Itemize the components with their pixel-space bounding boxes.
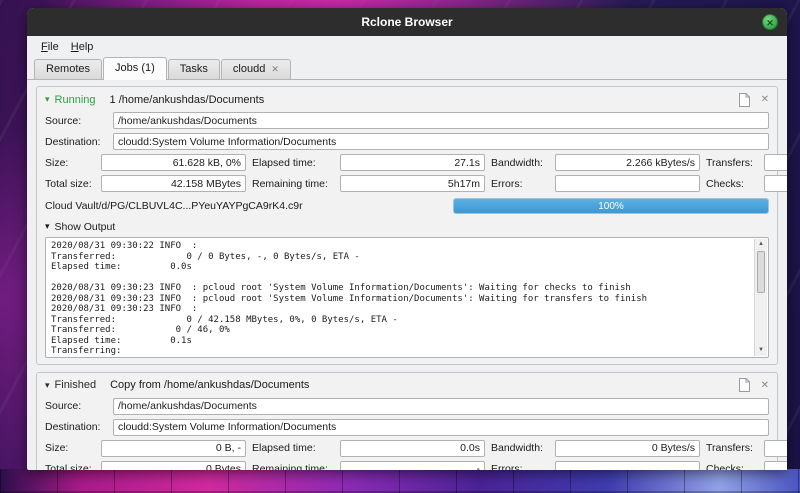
elapsed-label: Elapsed time: bbox=[252, 442, 334, 454]
job-running-title: 1 /home/ankushdas/Documents bbox=[110, 94, 265, 106]
transfers-label: Transfers: bbox=[706, 157, 758, 169]
remaining-field[interactable] bbox=[340, 175, 485, 192]
tab-tasks[interactable]: Tasks bbox=[168, 59, 220, 79]
tab-jobs[interactable]: Jobs (1) bbox=[103, 57, 167, 80]
checks-label: Checks: bbox=[706, 178, 758, 190]
source-field[interactable] bbox=[113, 398, 769, 415]
scrollbar-thumb[interactable] bbox=[757, 251, 765, 293]
show-output-label: Show Output bbox=[55, 221, 116, 233]
checks-field[interactable] bbox=[764, 461, 787, 471]
errors-label: Errors: bbox=[491, 178, 549, 190]
destination-label: Destination: bbox=[45, 421, 107, 433]
collapse-arrow-icon[interactable]: ▾ bbox=[45, 380, 50, 391]
bandwidth-field[interactable] bbox=[555, 440, 700, 457]
job-finished-header: ▾ Finished Copy from /home/ankushdas/Doc… bbox=[45, 377, 769, 394]
tabbar: Remotes Jobs (1) Tasks cloudd ✕ bbox=[27, 57, 787, 80]
log-text: 2020/08/31 09:30:22 INFO : Transferred: … bbox=[46, 238, 768, 357]
remaining-label: Remaining time: bbox=[252, 463, 334, 470]
menubar: File Help bbox=[27, 36, 787, 57]
menu-file[interactable]: File bbox=[35, 39, 65, 55]
transfers-field[interactable] bbox=[764, 154, 787, 171]
total-size-field[interactable] bbox=[101, 175, 246, 192]
tab-jobs-label: Jobs (1) bbox=[115, 62, 155, 74]
bandwidth-label: Bandwidth: bbox=[491, 442, 549, 454]
destination-label: Destination: bbox=[45, 136, 107, 148]
output-log: 2020/08/31 09:30:22 INFO : Transferred: … bbox=[45, 237, 769, 358]
bandwidth-field[interactable] bbox=[555, 154, 700, 171]
scroll-up-icon[interactable]: ▲ bbox=[755, 239, 767, 250]
collapse-arrow-icon[interactable]: ▾ bbox=[45, 94, 50, 105]
remaining-label: Remaining time: bbox=[252, 178, 334, 190]
total-size-field[interactable] bbox=[101, 461, 246, 471]
transfers-label: Transfers: bbox=[706, 442, 758, 454]
destination-field[interactable] bbox=[113, 419, 769, 436]
window-title: Rclone Browser bbox=[361, 15, 452, 29]
checks-field[interactable] bbox=[764, 175, 787, 192]
window-close-icon[interactable]: ✕ bbox=[762, 14, 778, 30]
collapse-arrow-icon[interactable]: ▾ bbox=[45, 221, 50, 232]
close-job-icon[interactable]: ✕ bbox=[761, 94, 769, 105]
job-state-running[interactable]: Running bbox=[55, 94, 96, 106]
progress-bar: 100% bbox=[453, 198, 769, 214]
jobs-panel: ▾ Running 1 /home/ankushdas/Documents ✕ … bbox=[27, 80, 787, 470]
remaining-field[interactable] bbox=[340, 461, 485, 471]
tab-cloudd[interactable]: cloudd ✕ bbox=[221, 59, 291, 79]
scroll-down-icon[interactable]: ▼ bbox=[755, 345, 767, 356]
source-label: Source: bbox=[45, 115, 107, 127]
desktop-floor bbox=[0, 469, 800, 493]
tab-remotes-label: Remotes bbox=[46, 63, 90, 75]
close-job-icon[interactable]: ✕ bbox=[761, 380, 769, 391]
job-finished-group: ▾ Finished Copy from /home/ankushdas/Doc… bbox=[36, 372, 778, 471]
page-icon[interactable] bbox=[738, 378, 751, 392]
file-progress-row: Cloud Vault/d/PG/CLBUVL4C...PYeuYAYPgCA9… bbox=[45, 197, 769, 214]
tab-remotes[interactable]: Remotes bbox=[34, 59, 102, 79]
job-running-group: ▾ Running 1 /home/ankushdas/Documents ✕ … bbox=[36, 86, 778, 365]
elapsed-field[interactable] bbox=[340, 154, 485, 171]
titlebar[interactable]: Rclone Browser ✕ bbox=[27, 8, 787, 36]
elapsed-label: Elapsed time: bbox=[252, 157, 334, 169]
checks-label: Checks: bbox=[706, 463, 758, 470]
job-running-header: ▾ Running 1 /home/ankushdas/Documents ✕ bbox=[45, 91, 769, 108]
size-label: Size: bbox=[45, 442, 95, 454]
errors-label: Errors: bbox=[491, 463, 549, 470]
total-size-label: Total size: bbox=[45, 463, 95, 470]
bandwidth-label: Bandwidth: bbox=[491, 157, 549, 169]
destination-field[interactable] bbox=[113, 133, 769, 150]
tab-tasks-label: Tasks bbox=[180, 63, 208, 75]
page-icon[interactable] bbox=[738, 93, 751, 107]
show-output-toggle[interactable]: ▾ Show Output bbox=[45, 219, 769, 234]
size-field[interactable] bbox=[101, 154, 246, 171]
rclone-browser-window: Rclone Browser ✕ File Help Remotes Jobs … bbox=[27, 8, 787, 470]
errors-field[interactable] bbox=[555, 175, 700, 192]
log-scrollbar[interactable]: ▲ ▼ bbox=[754, 239, 767, 356]
source-label: Source: bbox=[45, 400, 107, 412]
progress-fill: 100% bbox=[454, 199, 768, 213]
elapsed-field[interactable] bbox=[340, 440, 485, 457]
errors-field[interactable] bbox=[555, 461, 700, 471]
close-tab-icon[interactable]: ✕ bbox=[271, 64, 279, 75]
job-finished-title: Copy from /home/ankushdas/Documents bbox=[110, 379, 309, 391]
progress-file-label: Cloud Vault/d/PG/CLBUVL4C...PYeuYAYPgCA9… bbox=[45, 200, 445, 212]
job-state-finished[interactable]: Finished bbox=[55, 379, 97, 391]
source-field[interactable] bbox=[113, 112, 769, 129]
size-label: Size: bbox=[45, 157, 95, 169]
transfers-field[interactable] bbox=[764, 440, 787, 457]
menu-help[interactable]: Help bbox=[65, 39, 100, 55]
size-field[interactable] bbox=[101, 440, 246, 457]
tab-cloudd-label: cloudd bbox=[233, 63, 265, 75]
total-size-label: Total size: bbox=[45, 178, 95, 190]
